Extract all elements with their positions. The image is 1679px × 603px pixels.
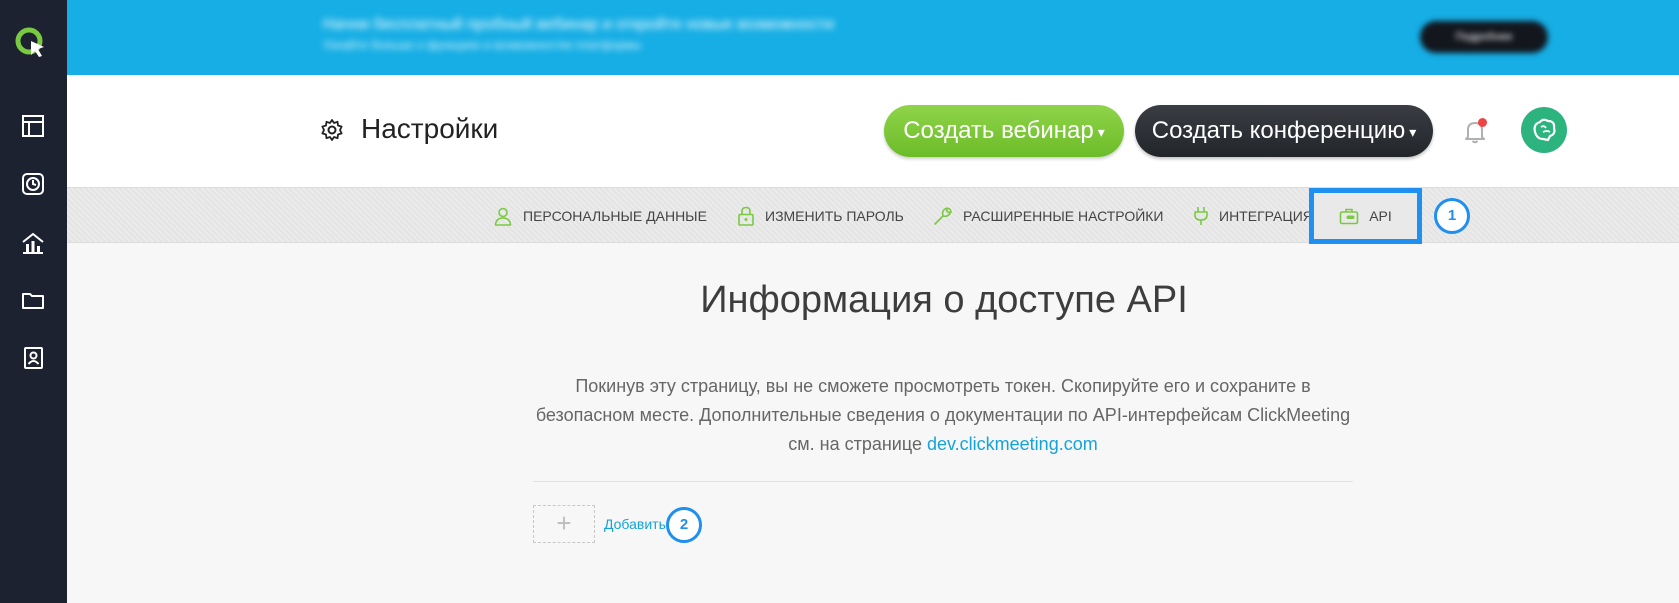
tab-advanced-settings-label: РАСШИРЕННЫЕ НАСТРОЙКИ [963,208,1164,224]
page-title: Настройки [361,113,499,144]
chevron-down-icon: ▾ [1409,123,1417,140]
api-description-line3: см. на странице dev.clickmeeting.com [533,430,1353,459]
wrench-icon [934,207,952,225]
promo-banner: Начни бесплатный пробный вебинар и откро… [67,0,1679,75]
chevron-down-icon: ▾ [1097,123,1105,140]
tab-api-label: API [1369,208,1392,224]
api-description-line1: Покинув эту страницу, вы не сможете прос… [575,376,1311,396]
banner-text: Начни бесплатный пробный вебинар и откро… [323,16,1043,52]
tab-integration-label: ИНТЕГРАЦИЯ [1219,208,1313,224]
api-briefcase-icon [1339,208,1359,225]
add-token-box[interactable]: + [533,505,595,543]
lock-icon [738,206,754,226]
step-callout-2: 2 [666,507,702,543]
tab-personal-data[interactable]: ПЕРСОНАЛЬНЫЕ ДАННЫЕ [493,188,707,244]
brain-icon [1533,118,1556,142]
user-avatar[interactable] [1521,107,1567,153]
contacts-icon[interactable] [19,344,47,372]
api-description: Покинув эту страницу, вы не сможете прос… [533,372,1353,459]
create-webinar-button[interactable]: Создать вебинар ▾ [884,105,1124,157]
tab-change-password-label: ИЗМЕНИТЬ ПАРОЛЬ [765,208,904,224]
settings-tabbar: ПЕРСОНАЛЬНЫЕ ДАННЫЕ ИЗМЕНИТЬ ПАРОЛЬ РАСШ… [67,187,1679,244]
events-clock-icon[interactable] [19,170,47,198]
create-conference-label: Создать конференцию [1151,117,1406,144]
create-conference-button[interactable]: Создать конференцию ▾ [1135,105,1433,157]
section-divider [533,481,1353,482]
dashboard-icon[interactable] [19,112,47,140]
api-description-line2: безопасном месте. Дополнительные сведени… [535,405,1351,425]
banner-text-line2: Узнайте больше о функциях и возможностях… [323,38,642,52]
clickmeeting-logo[interactable] [14,26,48,60]
tab-personal-data-label: ПЕРСОНАЛЬНЫЕ ДАННЫЕ [523,208,707,224]
user-icon [494,207,512,226]
gear-icon [321,119,343,141]
banner-button[interactable]: Подробнее [1420,21,1548,53]
tab-api[interactable]: API [1309,188,1422,244]
step-callout-1: 1 [1434,198,1470,234]
api-access-title: Информация о доступе API [700,279,1188,321]
api-description-prefix: см. на странице [788,434,927,454]
tab-change-password[interactable]: ИЗМЕНИТЬ ПАРОЛЬ [737,188,904,244]
banner-text-line1: Начни бесплатный пробный вебинар и откро… [323,16,835,33]
tab-advanced-settings[interactable]: РАСШИРЕННЫЕ НАСТРОЙКИ [933,188,1164,244]
dev-docs-link[interactable]: dev.clickmeeting.com [927,434,1098,454]
statistics-icon[interactable] [19,228,47,256]
notification-bell-icon[interactable] [1460,116,1490,146]
plug-icon [1194,207,1208,225]
create-webinar-label: Создать вебинар [903,117,1094,144]
tab-integration[interactable]: ИНТЕГРАЦИЯ [1193,188,1313,244]
add-token-link[interactable]: Добавить [604,516,666,532]
page-header: Настройки Создать вебинар ▾ Создать конфе… [67,75,1679,187]
